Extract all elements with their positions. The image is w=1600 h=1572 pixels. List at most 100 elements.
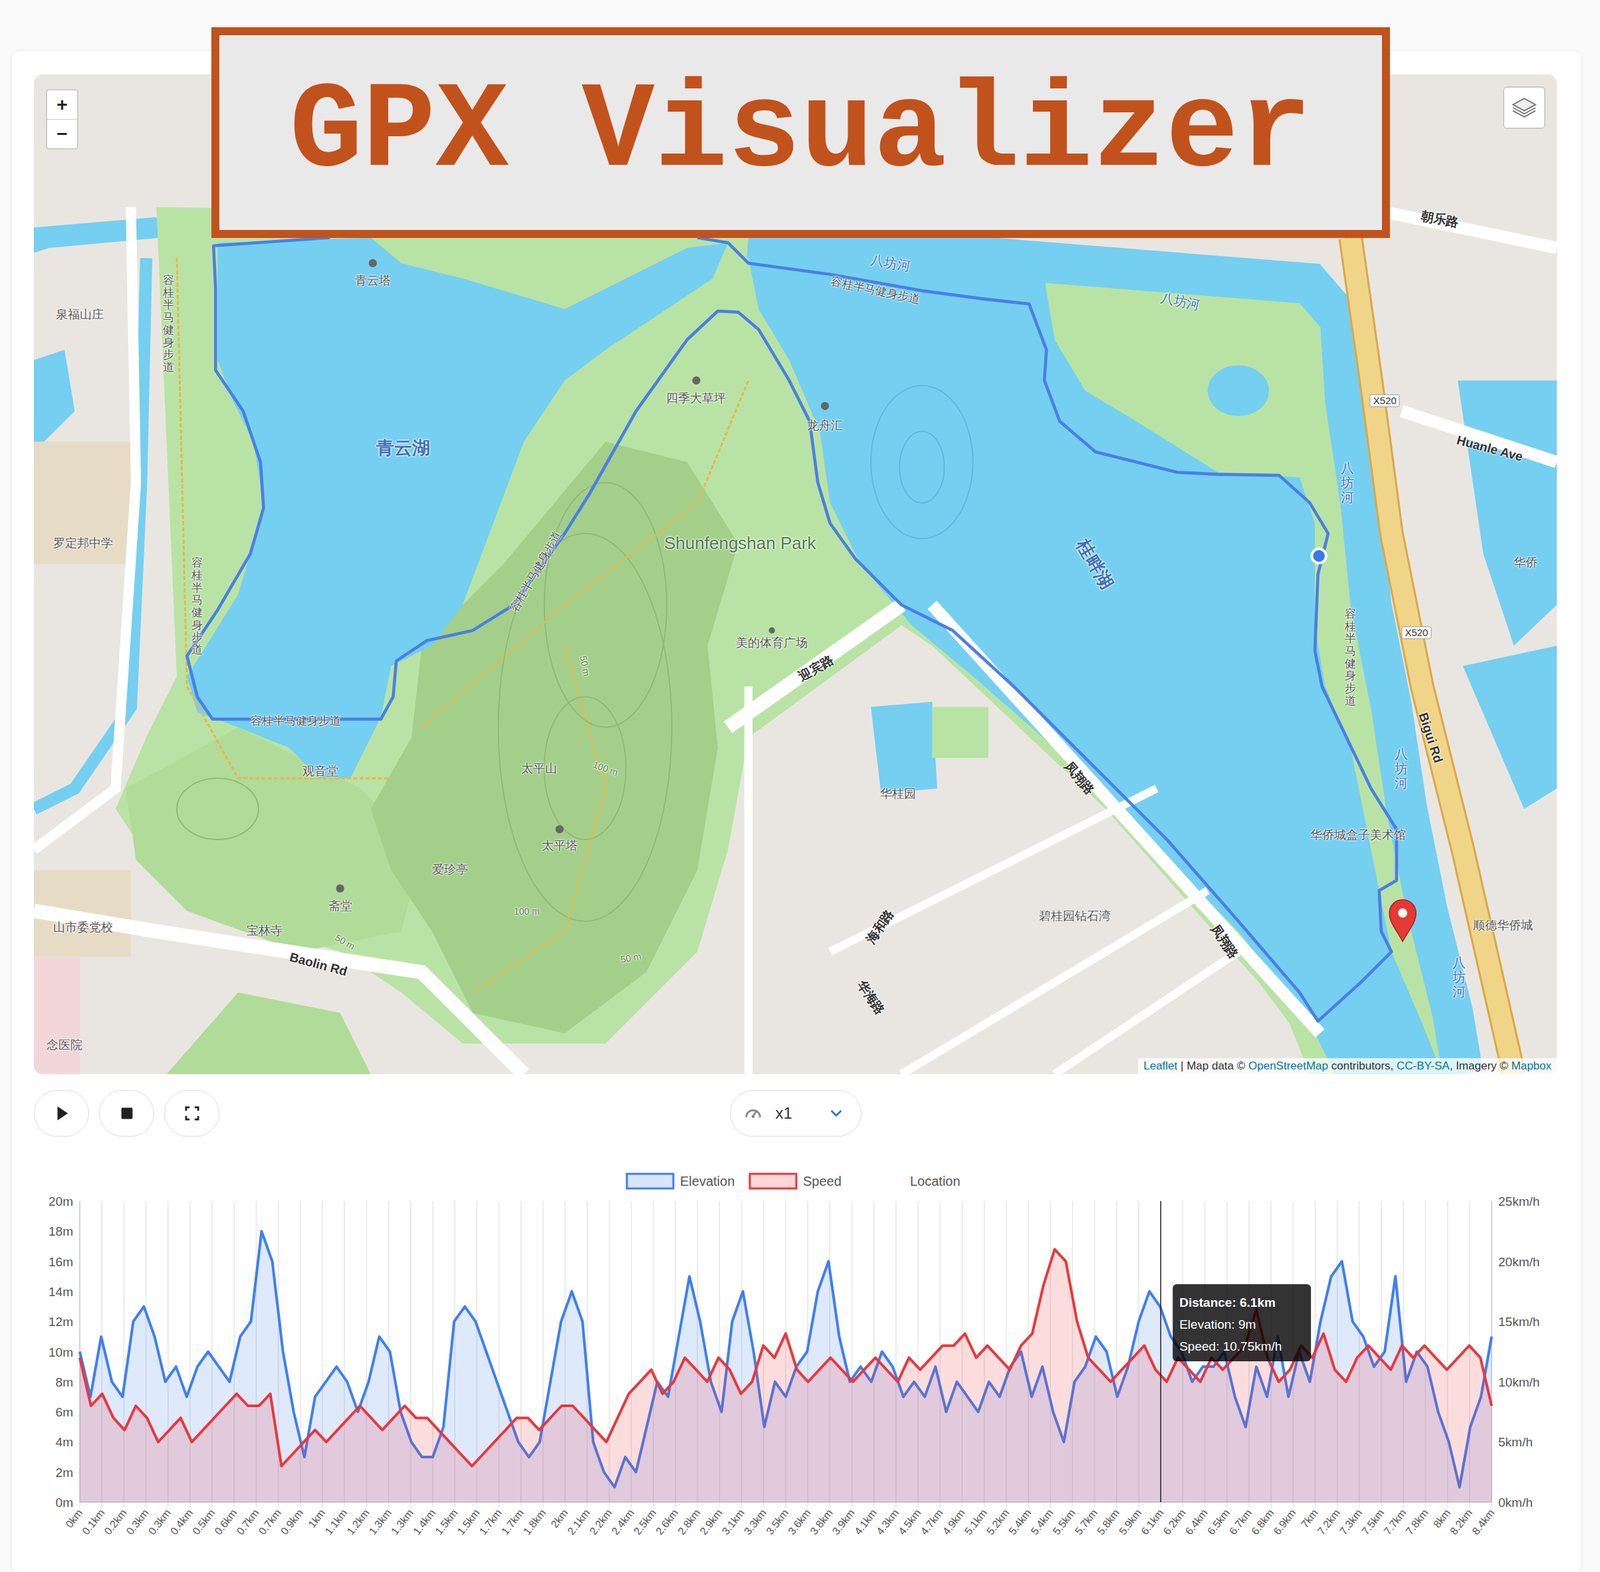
svg-text:15km/h: 15km/h (1498, 1314, 1540, 1329)
map-label: 宝林寺 (246, 923, 283, 938)
attribution-link[interactable]: OpenStreetMap (1248, 1059, 1329, 1073)
zoom-in-button[interactable]: + (47, 90, 78, 120)
map-label: 八坊河 (1159, 290, 1202, 314)
elevation-speed-chart[interactable]: ElevationSpeedLocation0m2m4m6m8m10m12m14… (33, 1156, 1557, 1572)
svg-text:6m: 6m (55, 1405, 74, 1420)
park (115, 207, 1464, 1075)
attribution-link[interactable]: CC-BY-SA (1396, 1059, 1450, 1073)
play-button[interactable] (33, 1090, 90, 1137)
svg-text:7km: 7km (1298, 1506, 1321, 1530)
hospital-area (33, 957, 80, 1075)
svg-text:1.4km: 1.4km (410, 1506, 438, 1537)
layers-button[interactable] (1502, 86, 1546, 129)
gauge-icon (743, 1104, 763, 1123)
guipan-lake (748, 257, 1443, 1075)
svg-text:20km/h: 20km/h (1498, 1255, 1540, 1269)
attribution-link[interactable]: Leaflet (1143, 1059, 1178, 1073)
legend-item[interactable]: Elevation (626, 1173, 735, 1189)
attribution-text: contributors, (1328, 1059, 1397, 1073)
svg-text:2.5km: 2.5km (631, 1506, 659, 1537)
map-label: 桂畔湖 (1072, 535, 1118, 593)
svg-text:4.1km: 4.1km (852, 1506, 879, 1537)
map-label: 山市委党校 (53, 920, 114, 935)
svg-text:20m: 20m (48, 1194, 74, 1209)
svg-text:Elevation: Elevation (680, 1173, 735, 1189)
depth-contour (870, 385, 974, 539)
svg-text:6.2km: 6.2km (1161, 1506, 1188, 1537)
pond (1457, 380, 1557, 646)
canal (33, 217, 162, 254)
svg-text:12m: 12m (48, 1314, 74, 1329)
map-label: 迎宾路 (796, 652, 837, 685)
x-axis: 0km0.1km0.2km0.3km0.3km0.4km0.5km0.6km0.… (63, 1506, 1497, 1537)
map-label: 念医院 (46, 1037, 83, 1052)
svg-text:Elevation: 9m: Elevation: 9m (1179, 1317, 1256, 1332)
map-label: 100 m (513, 906, 540, 917)
svg-text:10km/h: 10km/h (1498, 1375, 1540, 1390)
svg-text:5.4km: 5.4km (1028, 1506, 1055, 1537)
svg-text:0.3km: 0.3km (124, 1506, 151, 1537)
attribution-text: | Map data © (1177, 1059, 1249, 1073)
svg-text:3.1km: 3.1km (719, 1506, 747, 1537)
svg-text:4m: 4m (55, 1435, 74, 1450)
fullscreen-button[interactable] (164, 1090, 220, 1137)
highway (1350, 237, 1515, 1075)
map-label: 凤翔路 (1207, 921, 1242, 962)
map-label: 泉福山庄 (55, 307, 104, 322)
svg-text:5.8km: 5.8km (1094, 1506, 1122, 1537)
playback-speed-select[interactable]: x1 (729, 1090, 862, 1137)
end-pin-icon[interactable] (1389, 900, 1416, 942)
depth-contour (899, 431, 945, 503)
chart-series (79, 1231, 1492, 1503)
map-label: X520 (1401, 626, 1432, 639)
chart-tooltip: Distance: 6.1kmElevation: 9mSpeed: 10.75… (1172, 1284, 1311, 1362)
zoom-out-button[interactable]: − (47, 119, 78, 149)
map-label: 100 m (591, 759, 620, 778)
map-label: 四季大草坪 (666, 390, 726, 405)
attribution-link[interactable]: Mapbox (1511, 1059, 1552, 1073)
map-label: Baolin Rd (288, 949, 349, 979)
map-label: 华侨城盒子美术馆 (1310, 827, 1406, 842)
map-label: 八坊河 (1394, 746, 1408, 791)
map-label: 太平塔 (541, 838, 578, 853)
end-pin-dot (1397, 908, 1408, 918)
svg-text:4.3km: 4.3km (874, 1506, 901, 1537)
map-label: 50 m (577, 655, 592, 678)
svg-text:1.5km: 1.5km (455, 1506, 482, 1537)
map-label: 美的体育广场 (735, 636, 808, 651)
svg-text:10m: 10m (48, 1345, 74, 1360)
map-label: 华侨 (1513, 555, 1538, 570)
page: GPX Visualizer青云湖八坊河八坊河八坊河八坊河八坊河桂畔湖Shunf… (0, 0, 1600, 1572)
svg-text:3.3km: 3.3km (741, 1506, 769, 1537)
legend-item[interactable]: Speed (749, 1173, 842, 1189)
svg-text:2m: 2m (55, 1465, 74, 1480)
land (33, 74, 1557, 1075)
svg-text:4.5km: 4.5km (896, 1506, 923, 1537)
svg-text:3.5km: 3.5km (763, 1506, 791, 1537)
map-label: 龙舟汇 (806, 418, 843, 433)
fullscreen-icon (183, 1104, 201, 1123)
svg-text:0.6km: 0.6km (212, 1506, 239, 1537)
stop-button[interactable] (99, 1090, 155, 1137)
svg-text:0.9km: 0.9km (278, 1506, 306, 1537)
map-label: 青云塔 (354, 273, 391, 288)
svg-text:0.3km: 0.3km (146, 1506, 173, 1537)
playback-buttons (33, 1090, 730, 1137)
play-icon (53, 1104, 71, 1123)
svg-text:0.4km: 0.4km (168, 1506, 195, 1537)
chart-legend: Elevation Speed Location (626, 1173, 961, 1189)
visualizer-card: 青云湖八坊河八坊河八坊河八坊河八坊河桂畔湖Shunfengshan Park四季… (11, 51, 1581, 1572)
svg-text:5.1km: 5.1km (962, 1506, 990, 1537)
current-position-marker[interactable] (1311, 549, 1326, 564)
svg-text:18m: 18m (48, 1224, 74, 1239)
map-label: 50 m (333, 931, 357, 952)
svg-text:2.1km: 2.1km (565, 1506, 592, 1537)
stop-icon (118, 1105, 135, 1122)
map-label: 容桂半马健身步道 (191, 557, 203, 658)
map-label: 容桂半马健身步道 (1344, 608, 1357, 708)
svg-text:5.9km: 5.9km (1116, 1506, 1144, 1537)
right-axis: 0km/h5km/h10km/h15km/h20km/h25km/h (1498, 1194, 1540, 1510)
canal (33, 349, 75, 442)
legend-item[interactable]: Location (910, 1173, 961, 1189)
map-label: 太平山 (521, 761, 558, 776)
